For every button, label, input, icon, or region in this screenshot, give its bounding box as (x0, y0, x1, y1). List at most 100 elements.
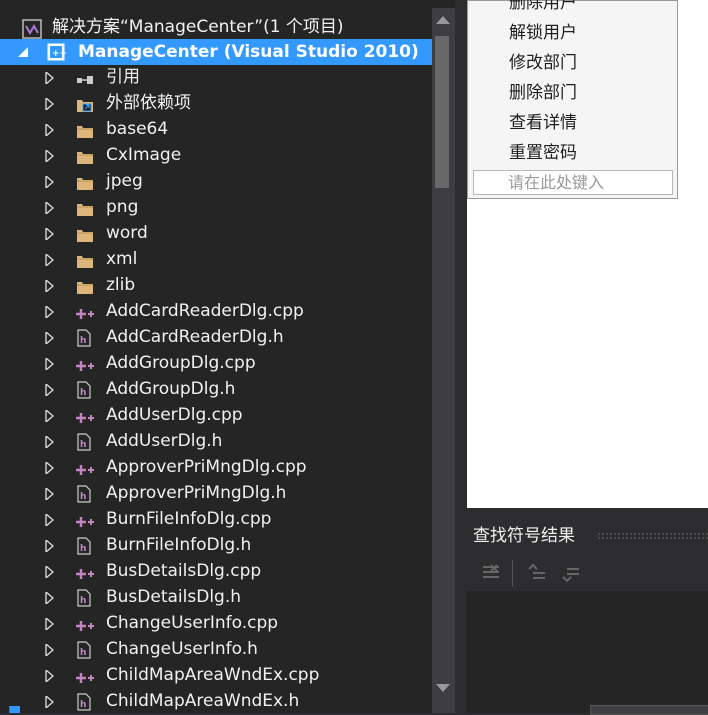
tree-item[interactable]: zlib (0, 272, 432, 298)
expanded-triangle-icon[interactable] (18, 39, 28, 65)
tree-item[interactable]: AddUserDlg.cpp (0, 402, 432, 428)
collapsed-triangle-icon[interactable] (45, 220, 55, 246)
tree-item-label: base64 (106, 119, 169, 139)
menu-item[interactable]: 删除用户 (509, 0, 577, 16)
folder-icon (76, 251, 96, 268)
cpp-file-icon (76, 355, 96, 371)
collapsed-triangle-icon[interactable] (45, 246, 55, 272)
collapsed-triangle-icon[interactable] (45, 324, 55, 350)
tree-item[interactable]: h AddCardReaderDlg.h (0, 324, 432, 350)
solution-explorer-panel: 解决方案“ManageCenter”(1 个项目) ++ ManageCente… (0, 0, 455, 713)
collapsed-triangle-icon[interactable] (45, 610, 55, 636)
tree-item[interactable]: CxImage (0, 142, 432, 168)
find-symbol-results-list (467, 591, 708, 713)
header-file-icon: h (76, 381, 96, 399)
tree-item[interactable]: AddCardReaderDlg.cpp (0, 298, 432, 324)
tree-item[interactable]: xml (0, 246, 432, 272)
header-file-icon: h (76, 641, 96, 659)
scrollbar-thumb[interactable] (435, 36, 449, 188)
tree-item-label: zlib (106, 275, 136, 295)
scroll-down-icon[interactable] (436, 684, 450, 694)
bottom-tab-partial[interactable]: ■ (8, 706, 21, 713)
panel-splitter[interactable] (455, 0, 467, 713)
collapsed-triangle-icon[interactable] (45, 116, 55, 142)
tree-item[interactable]: h BusDetailsDlg.h (0, 584, 432, 610)
folder-icon (76, 277, 96, 294)
tree-item[interactable]: ChildMapAreaWndEx.cpp (0, 662, 432, 688)
collapsed-triangle-icon[interactable] (45, 64, 55, 90)
next-result-icon[interactable] (561, 563, 581, 583)
tree-item[interactable]: h ApproverPriMngDlg.h (0, 480, 432, 506)
tree-item-label: AddUserDlg.cpp (106, 405, 243, 425)
folder-icon (76, 121, 96, 138)
tree-item[interactable]: h ChangeUserInfo.h (0, 636, 432, 662)
cpp-file-icon (76, 511, 96, 527)
solution-row[interactable]: 解决方案“ManageCenter”(1 个项目) (0, 14, 432, 40)
collapsed-triangle-icon[interactable] (45, 506, 55, 532)
tree-item[interactable]: h AddGroupDlg.h (0, 376, 432, 402)
menu-item[interactable]: 查看详情 (509, 110, 577, 136)
find-bottom-tab-box[interactable] (590, 705, 708, 715)
bottom-tab-strip: ■ (0, 706, 455, 713)
collapsed-triangle-icon[interactable] (45, 428, 55, 454)
panel-grip[interactable] (597, 532, 708, 540)
tree-item[interactable]: png (0, 194, 432, 220)
collapsed-triangle-icon[interactable] (45, 194, 55, 220)
tree-item-label: 外部依赖项 (106, 93, 191, 113)
tree-item-label: word (106, 223, 148, 243)
collapsed-triangle-icon[interactable] (45, 558, 55, 584)
tree-item[interactable]: h AddUserDlg.h (0, 428, 432, 454)
menu-item[interactable]: 重置密码 (509, 140, 577, 166)
tree-item[interactable]: jpeg (0, 168, 432, 194)
previous-result-icon[interactable] (527, 563, 547, 583)
tree-item[interactable]: h BurnFileInfoDlg.h (0, 532, 432, 558)
tree-item[interactable]: ApproverPriMngDlg.cpp (0, 454, 432, 480)
tree-item-label: BusDetailsDlg.cpp (106, 561, 262, 581)
menu-item[interactable]: 解锁用户 (509, 20, 577, 46)
scroll-up-icon[interactable] (436, 14, 450, 24)
collapsed-triangle-icon[interactable] (45, 350, 55, 376)
tree-item-label: png (106, 197, 139, 217)
tree-item-label: AddGroupDlg.h (106, 379, 236, 399)
find-symbol-toolbar (467, 555, 708, 591)
collapsed-triangle-icon[interactable] (45, 636, 55, 662)
collapsed-triangle-icon[interactable] (45, 272, 55, 298)
folder-icon (76, 199, 96, 216)
header-file-icon: h (76, 589, 96, 607)
svg-text:h: h (80, 648, 86, 658)
tree-item[interactable]: word (0, 220, 432, 246)
cpp-file-icon (76, 459, 96, 475)
tree-item-label: AddGroupDlg.cpp (106, 353, 256, 373)
cpp-file-icon (76, 303, 96, 319)
menu-item[interactable]: 修改部门 (509, 50, 577, 76)
collapsed-triangle-icon[interactable] (45, 142, 55, 168)
collapsed-triangle-icon[interactable] (45, 480, 55, 506)
tree-item[interactable]: base64 (0, 116, 432, 142)
menu-item[interactable]: 删除部门 (509, 80, 577, 106)
type-here-box[interactable]: 请在此处键入 (473, 170, 673, 195)
tree-item-label: ChildMapAreaWndEx.cpp (106, 665, 320, 685)
project-row[interactable]: ++ ManageCenter (Visual Studio 2010) (0, 39, 432, 65)
collapsed-triangle-icon[interactable] (45, 376, 55, 402)
cpp-file-icon (76, 615, 96, 631)
collapsed-triangle-icon[interactable] (45, 532, 55, 558)
design-surface (467, 199, 708, 508)
tree-item[interactable]: BusDetailsDlg.cpp (0, 558, 432, 584)
tree-item[interactable]: 引用 (0, 64, 432, 90)
collapsed-triangle-icon[interactable] (45, 90, 55, 116)
collapsed-triangle-icon[interactable] (45, 584, 55, 610)
header-file-icon: h (76, 537, 96, 555)
vertical-scrollbar[interactable] (432, 8, 455, 713)
tree-item[interactable]: 外部依赖项 (0, 90, 432, 116)
collapsed-triangle-icon[interactable] (45, 454, 55, 480)
tree-item[interactable]: BurnFileInfoDlg.cpp (0, 506, 432, 532)
collapsed-triangle-icon[interactable] (45, 402, 55, 428)
collapsed-triangle-icon[interactable] (45, 298, 55, 324)
folder-icon (76, 225, 96, 242)
toolbar-separator (512, 560, 513, 586)
collapsed-triangle-icon[interactable] (45, 662, 55, 688)
collapsed-triangle-icon[interactable] (45, 168, 55, 194)
tree-item[interactable]: AddGroupDlg.cpp (0, 350, 432, 376)
clear-results-icon[interactable] (481, 563, 501, 583)
tree-item[interactable]: ChangeUserInfo.cpp (0, 610, 432, 636)
